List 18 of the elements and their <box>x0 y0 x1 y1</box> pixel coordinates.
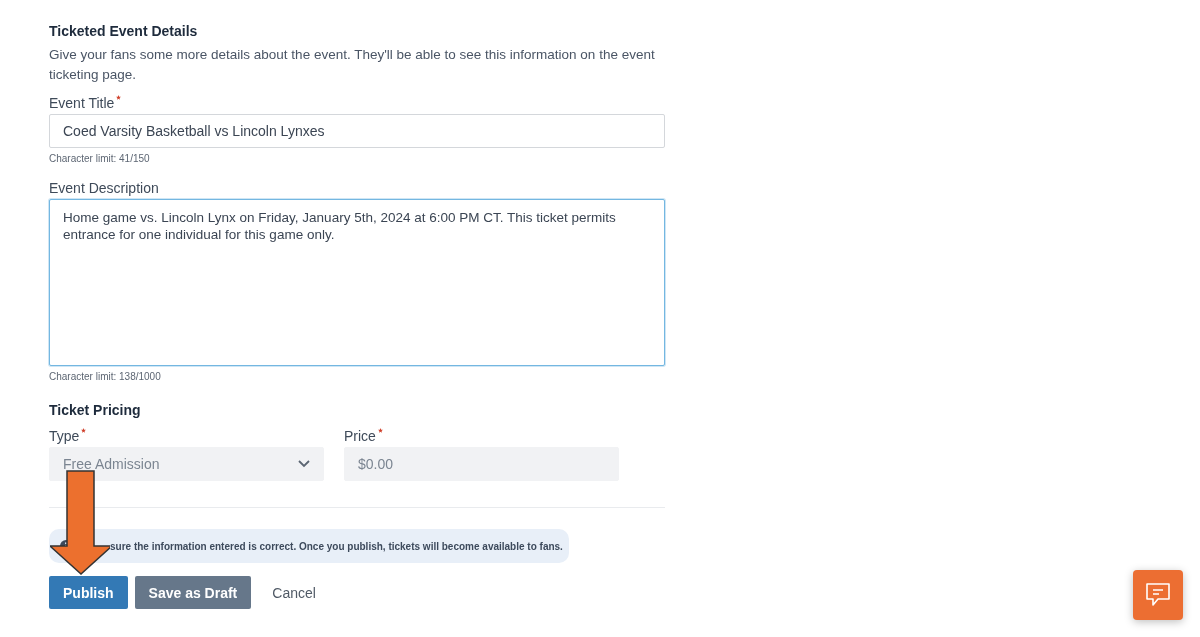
field-label: Type <box>49 428 80 444</box>
section-heading: Ticket Pricing <box>49 402 142 418</box>
description-field[interactable]: Home game vs. Lincoln Lynx on Friday, January 5th, 2024 at 6:00 PM CT. This ticket permits entrance for one individual for this game only. <box>49 199 665 366</box>
field-label: Price <box>344 428 376 444</box>
field-label: Event Description <box>49 180 159 196</box>
title-field[interactable]: Coed Varsity Basketball vs Lincoln Lynxes <box>49 114 665 148</box>
section-description: Give your fans some more details about the event. They'll be able to see this information on the event ticketing page. <box>49 46 656 84</box>
character-limit: Character limit: 41/150 <box>49 153 151 164</box>
chevron-down-icon <box>298 460 310 468</box>
cancel-button[interactable]: Cancel <box>258 576 330 609</box>
character-limit: Character limit: 138/1000 <box>49 371 162 382</box>
info-text: sure the information entered is correct. Once you publish, tickets will become available to fans. <box>110 540 563 552</box>
chat-icon <box>1144 581 1172 609</box>
field-label: Event Title <box>49 95 115 111</box>
chat-button[interactable] <box>1133 570 1183 620</box>
section-heading: Ticketed Event Details <box>49 23 199 39</box>
draft-button[interactable]: Save as Draft <box>134 576 252 609</box>
publish-button[interactable]: Publish <box>49 576 128 609</box>
